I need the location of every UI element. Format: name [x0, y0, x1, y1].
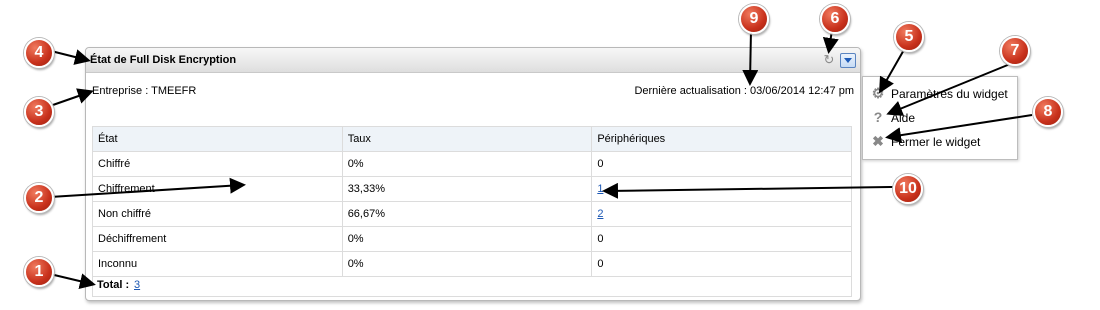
- callout-7-arrow: [886, 61, 1016, 116]
- callout-badge: 4: [24, 38, 54, 68]
- callout-9-arrow: [742, 29, 759, 86]
- callout-2-arrow: [49, 177, 246, 198]
- callout-badge: 8: [1033, 97, 1063, 127]
- callout-badge: 6: [820, 4, 850, 34]
- callout-5-arrow: [879, 47, 906, 94]
- callout-badge: 7: [1000, 36, 1030, 66]
- callout-10-arrow: [602, 182, 894, 199]
- callout-4-arrow: [50, 49, 91, 65]
- callout-badge: 5: [894, 22, 924, 52]
- callout-badge: 10: [893, 174, 923, 204]
- callout-3-arrow: [49, 88, 94, 107]
- callout-badge: 2: [24, 183, 54, 213]
- callout-arrows: [49, 29, 1033, 290]
- callout-badge: 1: [24, 257, 54, 287]
- callout-1-arrow: [49, 273, 96, 290]
- callout-badge: 3: [24, 97, 54, 127]
- callout-badge: 9: [739, 4, 769, 34]
- callout-8-arrow: [885, 114, 1033, 144]
